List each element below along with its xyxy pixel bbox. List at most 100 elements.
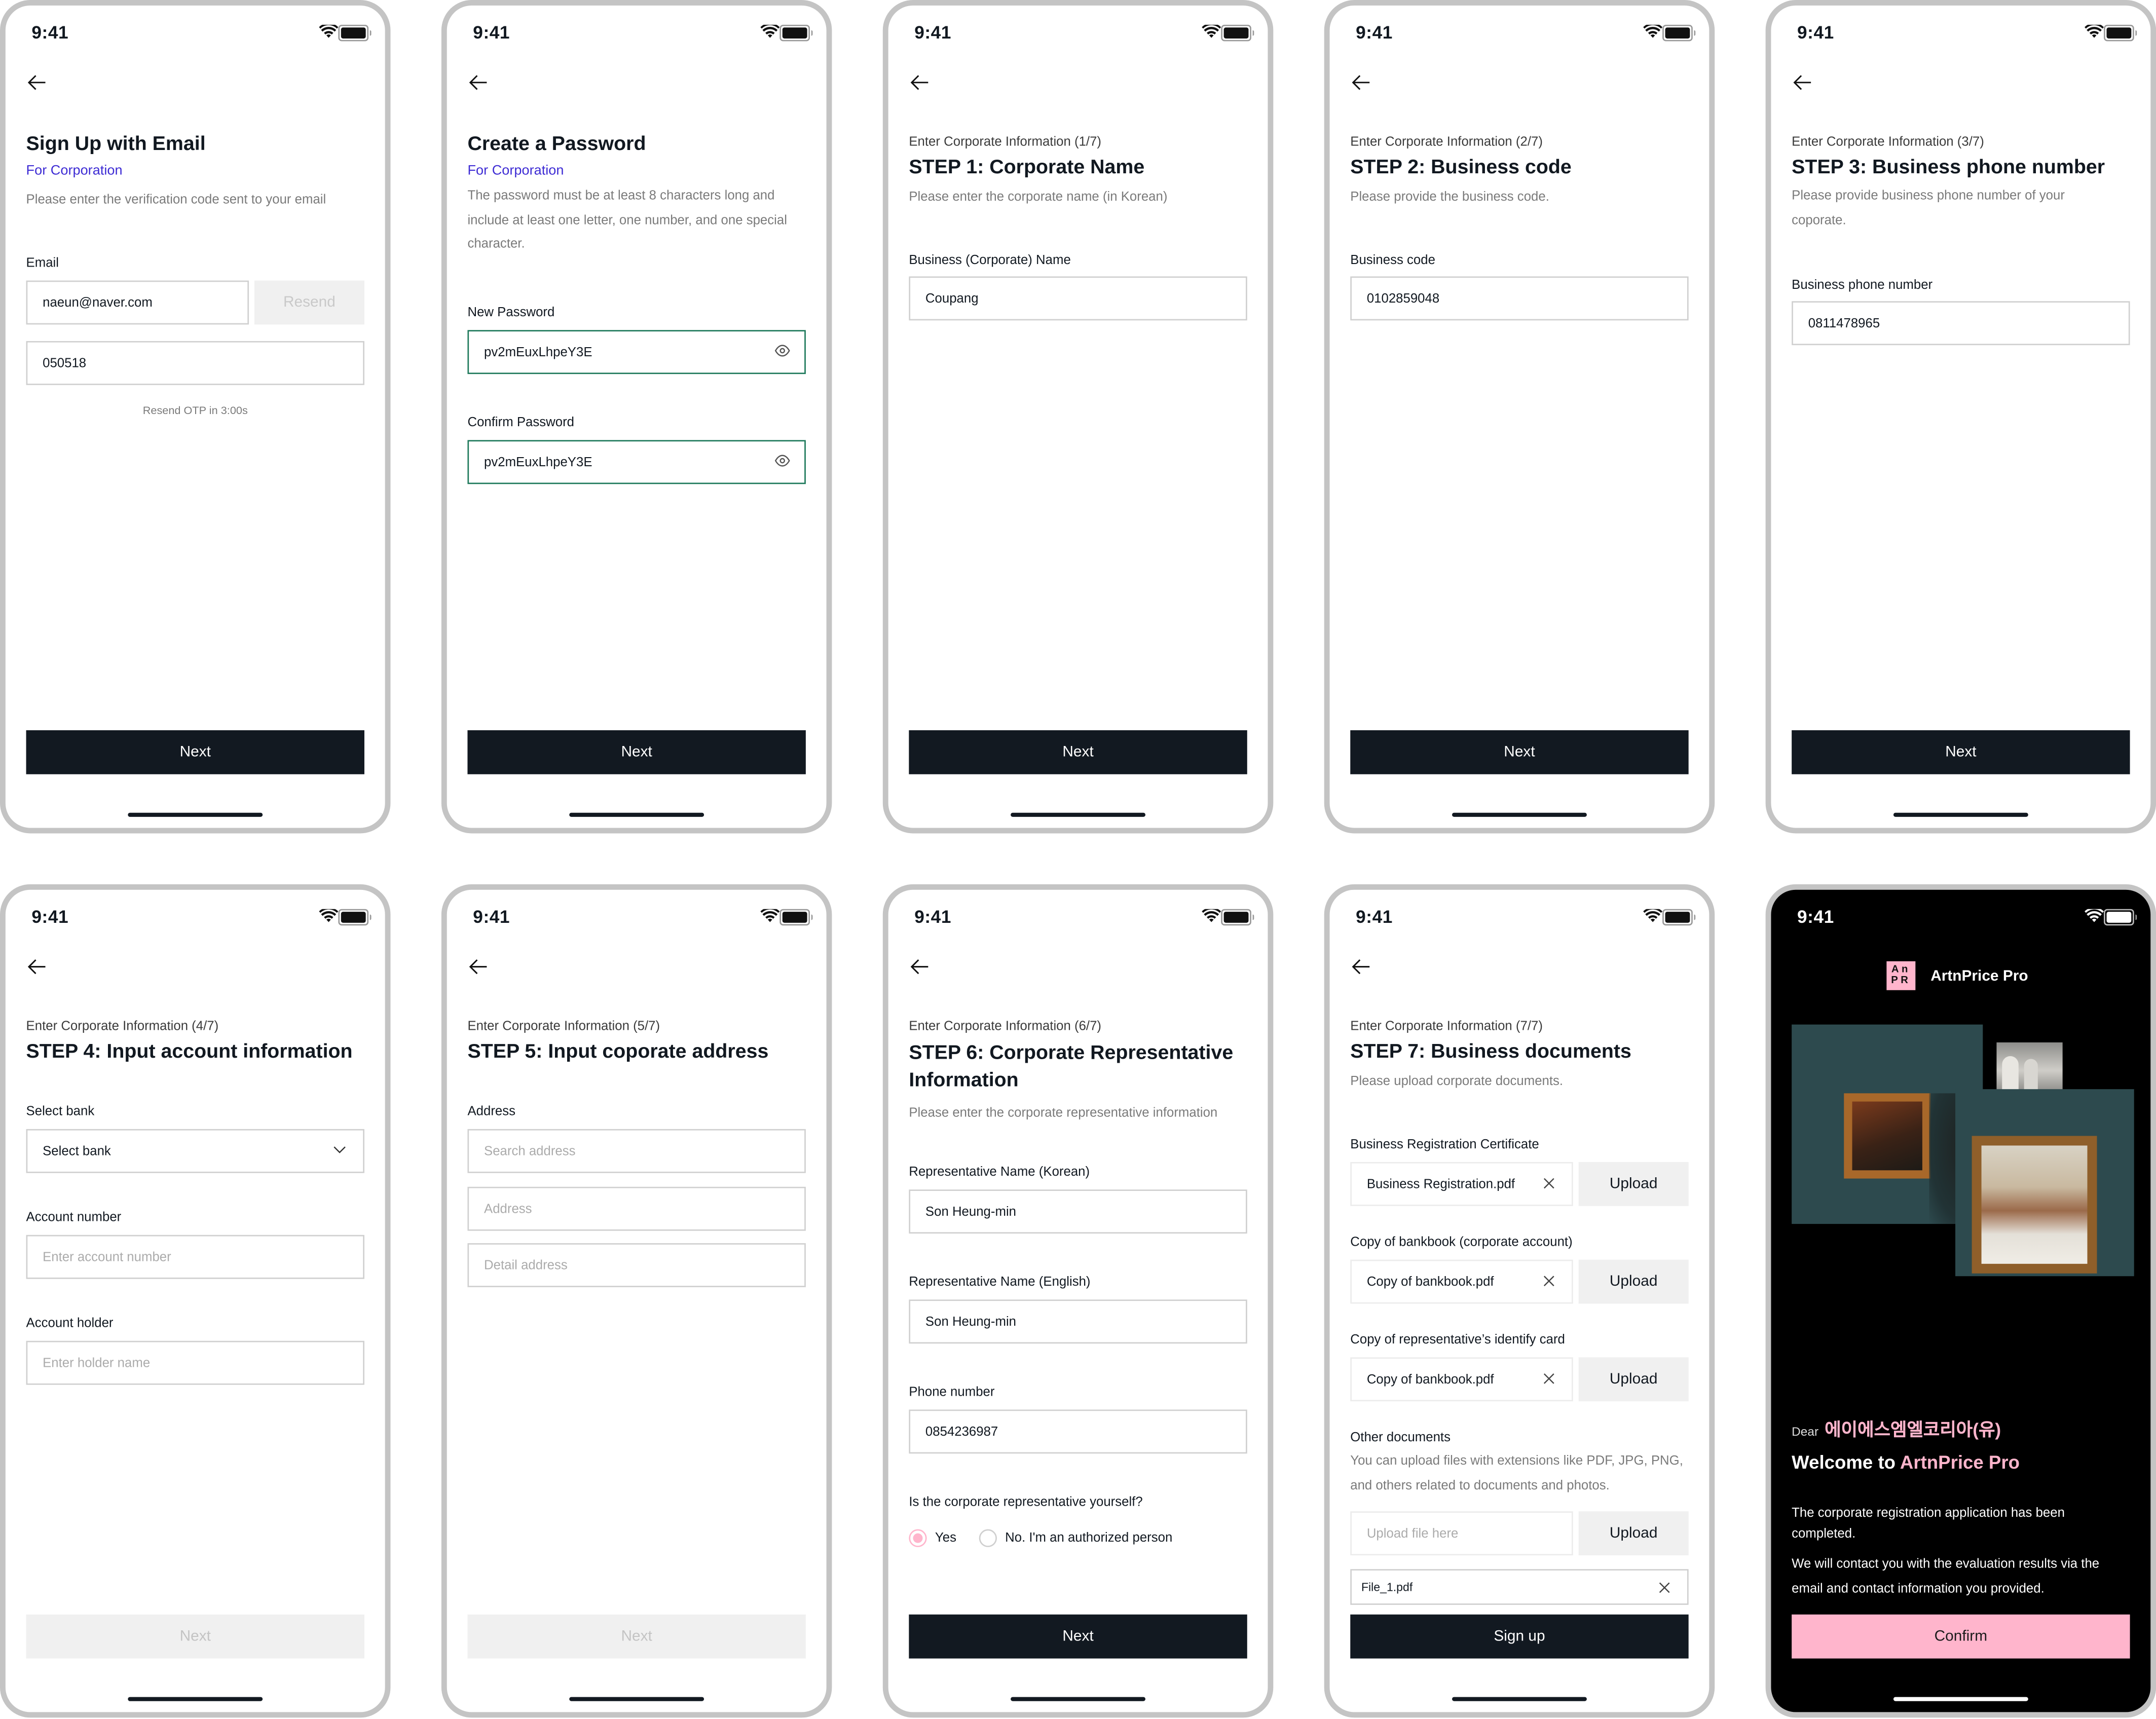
back-arrow-icon[interactable]: [909, 73, 931, 92]
back-arrow-icon[interactable]: [1350, 957, 1372, 977]
remove-file-icon[interactable]: [1543, 1372, 1555, 1385]
bank-select[interactable]: Select bank: [26, 1129, 364, 1173]
next-button[interactable]: Next: [1792, 730, 2130, 774]
page-description: Please provide the business code.: [1350, 190, 1549, 205]
document-label: Copy of bankbook (corporate account): [1350, 1235, 1573, 1250]
otp-input[interactable]: 050518: [26, 341, 364, 385]
battery-icon: [1221, 909, 1254, 926]
status-time: 9:41: [1356, 22, 1393, 43]
account-number-input[interactable]: Enter account number: [26, 1235, 364, 1279]
back-arrow-icon[interactable]: [467, 73, 489, 92]
back-arrow-icon[interactable]: [1792, 73, 1813, 92]
back-arrow-icon[interactable]: [467, 957, 489, 977]
account-holder-label: Account holder: [26, 1316, 114, 1331]
phone-step7-documents: 9:41 Enter Corporate Information (7/7) S…: [1324, 884, 1715, 1718]
detail-address-input[interactable]: Detail address: [467, 1243, 806, 1287]
document-file-field: Copy of bankbook.pdf: [1350, 1357, 1573, 1402]
remove-file-icon[interactable]: [1543, 1275, 1555, 1287]
phone-step1-corporate-name: 9:41 Enter Corporate Information (1/7) S…: [882, 0, 1274, 834]
account-holder-input[interactable]: Enter holder name: [26, 1340, 364, 1385]
document-label: Business Registration Certificate: [1350, 1137, 1539, 1152]
phone-step3-business-phone: 9:41 Enter Corporate Information (3/7) S…: [1765, 0, 2156, 834]
page-title: STEP 3: Business phone number: [1792, 157, 2105, 179]
status-time: 9:41: [31, 906, 69, 927]
other-upload-input[interactable]: Upload file here: [1350, 1511, 1573, 1556]
status-bar: 9:41: [888, 17, 1268, 44]
back-arrow-icon[interactable]: [26, 73, 48, 92]
new-password-value: pv2mEuxLhpeY3E: [484, 344, 592, 360]
next-button-disabled[interactable]: Next: [467, 1614, 806, 1659]
document-file-name: Copy of bankbook.pdf: [1366, 1274, 1494, 1289]
wifi-icon: [2085, 24, 2104, 38]
uploaded-file-chip: File_1.pdf: [1350, 1569, 1689, 1605]
upload-button[interactable]: Upload: [1578, 1162, 1689, 1206]
status-bar: 9:41: [888, 901, 1268, 928]
name-ko-input[interactable]: Son Heung-min: [909, 1189, 1247, 1234]
other-upload-button[interactable]: Upload: [1578, 1511, 1689, 1556]
battery-icon: [338, 909, 371, 926]
eye-icon[interactable]: [774, 454, 791, 467]
status-time: 9:41: [31, 22, 69, 43]
status-bar: 9:41: [1330, 17, 1709, 44]
new-password-label: New Password: [467, 305, 555, 321]
status-bar: 9:41: [1771, 17, 2150, 44]
new-password-input[interactable]: pv2mEuxLhpeY3E: [467, 330, 806, 375]
remove-file-icon[interactable]: [1543, 1177, 1555, 1189]
page-title: STEP 6: Corporate Representative Informa…: [909, 1042, 1234, 1092]
name-en-input[interactable]: Son Heung-min: [909, 1299, 1247, 1344]
wifi-icon: [760, 24, 780, 38]
status-bar: 9:41: [6, 901, 385, 928]
status-time: 9:41: [473, 22, 510, 43]
document-file-name: Copy of bankbook.pdf: [1366, 1371, 1494, 1387]
next-button[interactable]: Next: [909, 730, 1247, 774]
back-arrow-icon[interactable]: [909, 957, 931, 977]
design-canvas: 9:41 Sign Up with Email For Corporation …: [0, 0, 2156, 1719]
still-life-frame: [1972, 1136, 2097, 1274]
email-input[interactable]: naeun@naver.com: [26, 280, 249, 325]
phone-step2-business-code: 9:41 Enter Corporate Information (2/7) S…: [1324, 0, 1715, 834]
page-description: Please enter the corporate representativ…: [909, 1105, 1218, 1121]
confirm-password-input[interactable]: pv2mEuxLhpeY3E: [467, 440, 806, 484]
representative-radio-group: Yes No. I'm an authorized person: [909, 1526, 1247, 1551]
welcome-prefix: Welcome to: [1792, 1452, 1896, 1473]
confirm-button[interactable]: Confirm: [1792, 1614, 2130, 1659]
confirm-password-value: pv2mEuxLhpeY3E: [484, 454, 592, 470]
search-address-input[interactable]: Search address: [467, 1129, 806, 1173]
next-button-disabled[interactable]: Next: [26, 1614, 364, 1659]
upload-button[interactable]: Upload: [1578, 1259, 1689, 1304]
resend-timer: Resend OTP in 3:00s: [142, 404, 248, 417]
next-button[interactable]: Next: [1350, 730, 1689, 774]
radio-yes[interactable]: [909, 1529, 927, 1548]
status-time: 9:41: [914, 22, 951, 43]
address-input[interactable]: Address: [467, 1186, 806, 1231]
phone-step6-representative: 9:41 Enter Corporate Information (6/7) S…: [882, 884, 1274, 1718]
document-file-name: Business Registration.pdf: [1366, 1176, 1515, 1192]
status-bar: 9:41: [1330, 901, 1709, 928]
resend-button[interactable]: Resend: [254, 280, 364, 325]
welcome-message-1: The corporate registration application h…: [1792, 1506, 2065, 1542]
field-label: Business phone number: [1792, 278, 1933, 293]
phone-input[interactable]: 0854236987: [909, 1409, 1247, 1454]
status-time: 9:41: [473, 906, 510, 927]
back-arrow-icon[interactable]: [1350, 73, 1372, 92]
wifi-icon: [319, 909, 339, 922]
eye-icon[interactable]: [774, 344, 791, 357]
remove-file-icon[interactable]: [1658, 1582, 1670, 1594]
status-bar: 9:41: [1771, 901, 2150, 928]
next-button[interactable]: Next: [909, 1614, 1247, 1659]
next-button[interactable]: Next: [26, 730, 364, 774]
radio-no[interactable]: [979, 1529, 997, 1548]
upload-button[interactable]: Upload: [1578, 1357, 1689, 1402]
next-button[interactable]: Next: [467, 730, 806, 774]
welcome-greeting: Dear 에이에스엠엘코리아(유): [1792, 1415, 2130, 1442]
wifi-icon: [2085, 909, 2104, 922]
business-phone-input[interactable]: 0811478965: [1792, 301, 2130, 346]
status-time: 9:41: [1356, 906, 1393, 927]
back-arrow-icon[interactable]: [26, 957, 48, 977]
corporate-name-input[interactable]: Coupang: [909, 276, 1247, 321]
other-upload-row: Upload file here Upload: [1350, 1511, 1689, 1556]
phone-create-password: 9:41 Create a Password For Corporation T…: [441, 0, 832, 834]
business-code-input[interactable]: 0102859048: [1350, 276, 1689, 321]
representative-question: Is the corporate representative yourself…: [909, 1494, 1143, 1510]
sign-up-button[interactable]: Sign up: [1350, 1614, 1689, 1659]
